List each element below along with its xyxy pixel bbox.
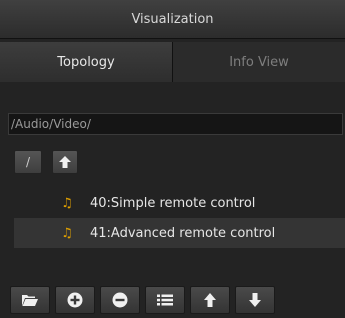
path-value: /Audio/Video/ [11,117,91,131]
list-item-label: 40:Simple remote control [90,195,256,211]
parent-folder-button[interactable] [52,150,78,174]
tab-topology-label: Topology [57,54,115,70]
move-down-button[interactable] [235,286,275,314]
remove-button[interactable] [100,286,140,314]
tab-topology[interactable]: Topology [0,42,173,82]
list-view-button[interactable] [145,286,185,314]
list-icon [157,294,173,306]
arrow-up-icon [204,293,216,307]
panel-title-label: Visualization [131,11,214,27]
move-up-button[interactable] [190,286,230,314]
tab-info-view-label: Info View [229,54,289,70]
folder-open-icon [22,295,38,306]
root-button[interactable]: / [14,150,42,174]
add-button[interactable] [55,286,95,314]
list-item-label: 41:Advanced remote control [90,225,276,241]
panel-title: Visualization [0,0,345,39]
file-list: ♫ 40:Simple remote control ♫ 41:Advanced… [14,188,345,248]
arrow-down-icon [249,293,261,307]
view-tabs: Topology Info View [0,42,345,82]
remove-circle-icon [112,292,128,308]
visualization-panel: Visualization Topology Info View /Audio/… [0,0,345,318]
list-item[interactable]: ♫ 40:Simple remote control [14,188,345,218]
path-field[interactable]: /Audio/Video/ [8,113,343,135]
navigation-buttons: / [14,150,78,174]
root-button-label: / [25,155,31,169]
tab-info-view[interactable]: Info View [173,42,345,82]
bottom-toolbar [10,286,345,314]
music-note-icon: ♫ [61,195,73,211]
list-item[interactable]: ♫ 41:Advanced remote control [14,218,345,248]
open-folder-button[interactable] [10,286,50,314]
music-note-icon: ♫ [61,225,73,241]
add-circle-icon [67,292,83,308]
arrow-up-icon [59,156,71,168]
